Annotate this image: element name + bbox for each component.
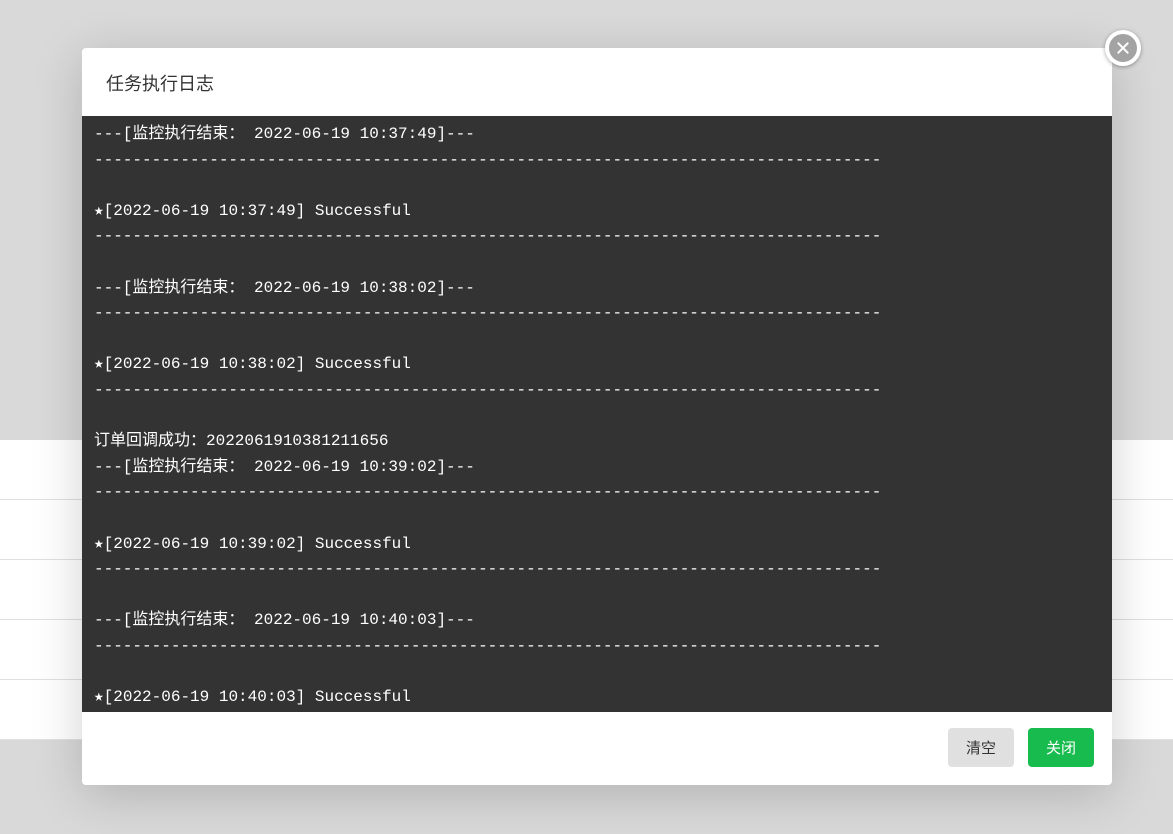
close-button[interactable]: 关闭 (1028, 728, 1094, 767)
log-modal: 任务执行日志 ---[监控执行结束： 2022-06-19 10:37:49]-… (82, 48, 1112, 785)
clear-button[interactable]: 清空 (948, 728, 1014, 767)
close-icon[interactable] (1105, 30, 1141, 66)
modal-footer: 清空 关闭 (82, 712, 1112, 785)
modal-title: 任务执行日志 (82, 48, 1112, 116)
log-container: ---[监控执行结束： 2022-06-19 10:37:49]--- ----… (82, 116, 1112, 712)
log-output[interactable]: ---[监控执行结束： 2022-06-19 10:37:49]--- ----… (82, 116, 1112, 712)
